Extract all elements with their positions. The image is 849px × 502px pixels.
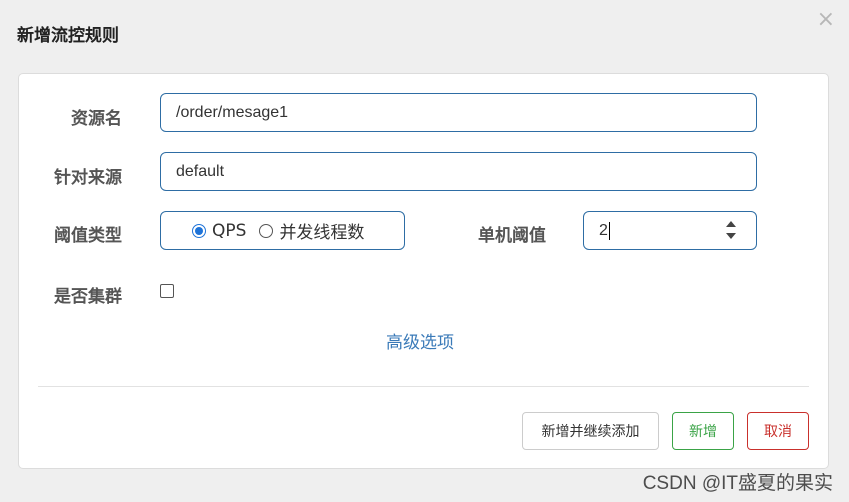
decrement-icon[interactable]: [726, 233, 736, 239]
cluster-label: 是否集群: [54, 287, 122, 307]
footer-divider: [38, 386, 809, 387]
single-threshold-label: 单机阈值: [478, 226, 546, 246]
cancel-button[interactable]: 取消: [747, 412, 809, 450]
radio-qps-label: QPS: [212, 220, 247, 241]
resource-input[interactable]: /order/mesage1: [160, 93, 757, 132]
radio-unchecked-icon[interactable]: [259, 223, 274, 238]
radio-qps[interactable]: QPS: [192, 221, 246, 241]
radio-thread-count[interactable]: 并发线程数: [259, 218, 364, 243]
origin-input-value: default: [176, 162, 225, 180]
watermark: CSDN @IT盛夏的果实: [642, 473, 833, 494]
resource-input-value: /order/mesage1: [176, 103, 289, 121]
radio-checked-icon[interactable]: [192, 223, 206, 238]
flow-rule-dialog: 新增流控规则 × 资源名 /order/mesage1 针对来源 default…: [0, 0, 849, 502]
add-and-continue-button[interactable]: 新增并继续添加: [522, 412, 659, 450]
radio-thread-count-label: 并发线程数: [279, 223, 365, 243]
increment-icon[interactable]: [726, 221, 736, 227]
number-spinner[interactable]: [726, 221, 736, 239]
close-icon[interactable]: ×: [817, 9, 835, 31]
threshold-type-label: 阈值类型: [54, 226, 122, 246]
add-button[interactable]: 新增: [672, 412, 734, 450]
origin-input[interactable]: default: [160, 152, 757, 191]
threshold-type-radio-group: QPS 并发线程数: [160, 211, 405, 250]
resource-label: 资源名: [71, 109, 122, 129]
origin-label: 针对来源: [54, 168, 122, 188]
text-caret: [608, 221, 610, 240]
single-threshold-input[interactable]: 2: [583, 211, 757, 250]
form-panel: [18, 73, 829, 469]
advanced-options-link[interactable]: 高级选项: [386, 328, 454, 353]
dialog-title: 新增流控规则: [17, 26, 119, 46]
single-threshold-value: 2: [599, 221, 608, 239]
cluster-checkbox[interactable]: [160, 284, 174, 298]
